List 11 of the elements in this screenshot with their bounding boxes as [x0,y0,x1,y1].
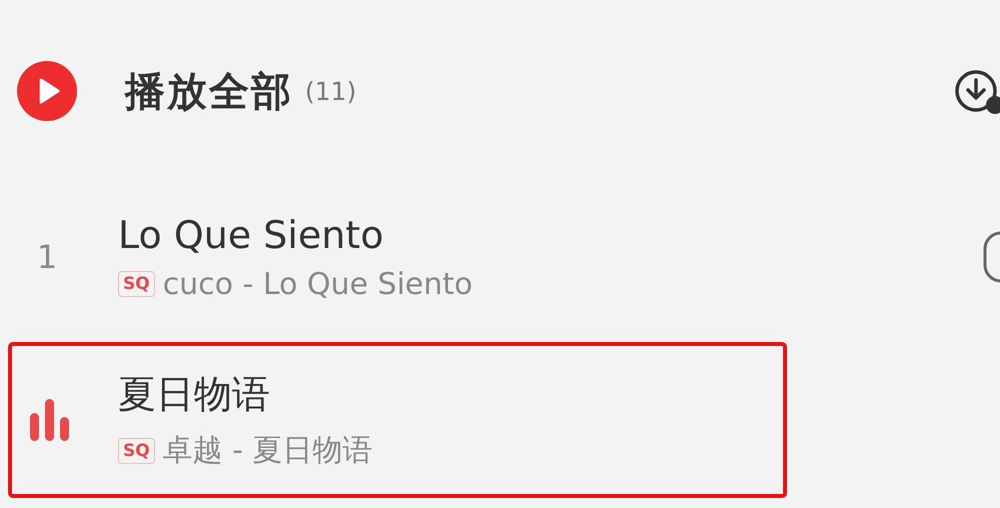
play-all-label[interactable]: 播放全部 [125,64,293,118]
song-title[interactable]: 夏日物语 [118,369,373,420]
song-title[interactable]: Lo Que Siento [118,212,473,256]
quality-badge: SQ [118,271,155,297]
quality-badge: SQ [118,438,155,464]
artist-album: 卓越 - 夏日物语 [162,432,373,470]
track-number: 1 [36,238,58,276]
download-icon[interactable] [953,68,1000,114]
artist-album: cuco - Lo Que Siento [162,266,473,302]
track-count: (11) [305,76,356,106]
play-all-icon[interactable] [17,61,77,121]
